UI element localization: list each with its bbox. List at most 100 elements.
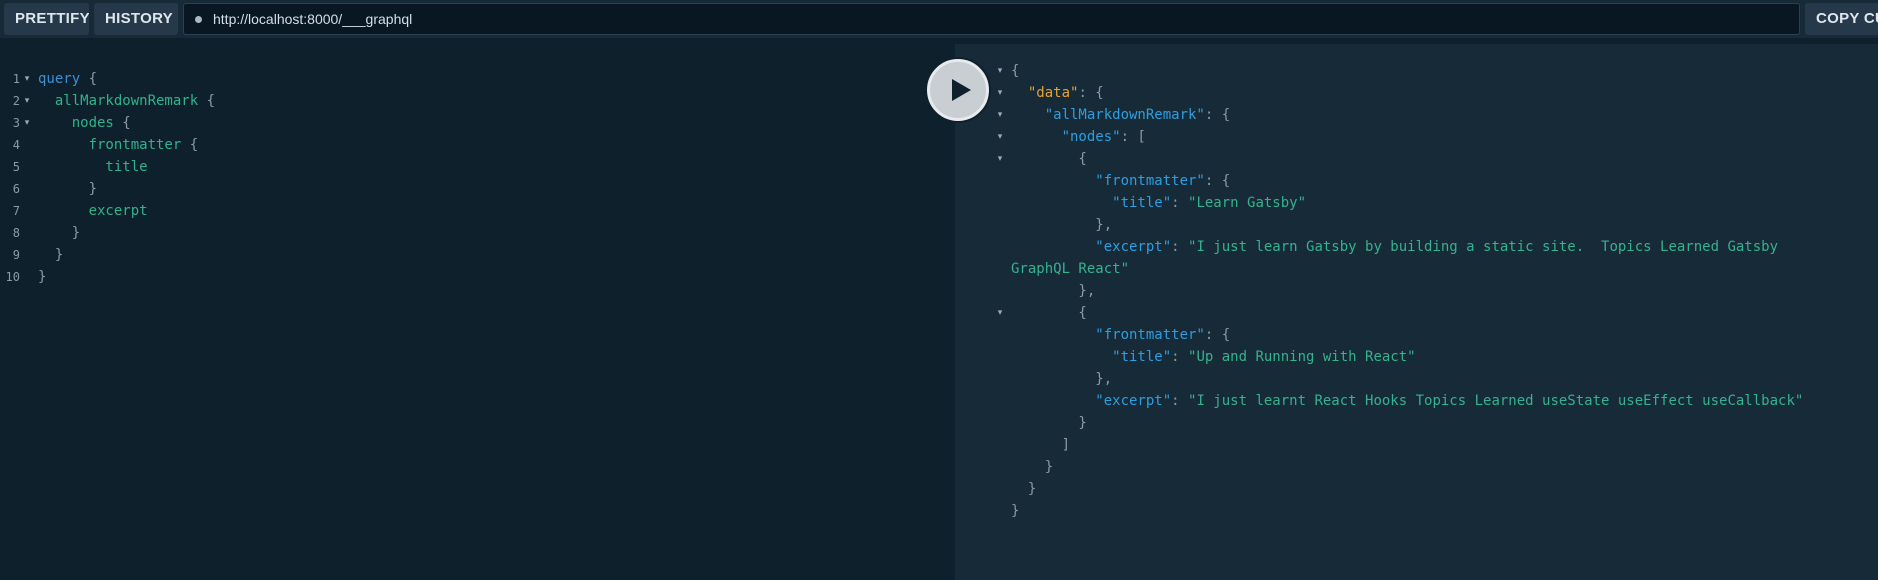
run-query-button[interactable] (927, 59, 989, 121)
query-line: title (38, 156, 148, 178)
line-number: 9 (12, 248, 20, 262)
result-line: "allMarkdownRemark": { (1011, 104, 1230, 126)
query-editor[interactable]: 1 ▾ query {2 ▾ allMarkdownRemark {3 ▾ nodes … (0, 44, 955, 580)
fold-toggle-icon[interactable]: ▾ (995, 60, 1005, 82)
json-token: }, (1011, 371, 1113, 387)
fold-toggle-icon[interactable]: ▾ (995, 82, 1005, 104)
code-token: { (198, 93, 216, 109)
json-token: "Up and Running with React" (1188, 349, 1416, 365)
json-token: } (1011, 481, 1037, 497)
result-line: { (1011, 60, 1019, 82)
json-token: : (1171, 393, 1189, 409)
result-line: }, (1011, 368, 1112, 390)
json-token: "excerpt" (1011, 239, 1172, 255)
json-token: { (1011, 305, 1087, 321)
json-token: { (1011, 63, 1020, 79)
json-token: : (1171, 195, 1189, 211)
json-token: "Learn Gatsby" (1188, 195, 1307, 211)
json-token: } (1011, 459, 1054, 475)
line-number: 1 (12, 72, 20, 86)
code-token: excerpt (38, 203, 148, 219)
code-token: allMarkdownRemark (38, 93, 199, 109)
result-line: } (1011, 500, 1019, 522)
code-token: } (38, 181, 98, 197)
result-line: "excerpt": "I just learn Gatsby by build… (1011, 236, 1778, 258)
result-line: "frontmatter": { (1011, 170, 1230, 192)
copy-curl-button[interactable]: COPY CU (1805, 3, 1878, 35)
code-token: { (113, 115, 131, 131)
code-token: { (181, 137, 199, 153)
url-bar[interactable]: http://localhost:8000/___graphql (183, 3, 1800, 35)
result-line: }, (1011, 280, 1095, 302)
line-number: 3 (12, 116, 20, 130)
json-token: }, (1011, 217, 1113, 233)
result-line: ] (1011, 434, 1070, 456)
json-token: GraphQL React" (1011, 261, 1130, 277)
line-number: 8 (12, 226, 20, 240)
result-line: "excerpt": "I just learnt React Hooks To… (1011, 390, 1803, 412)
code-token: title (38, 159, 148, 175)
line-number: 5 (12, 160, 20, 174)
result-line: } (1011, 456, 1053, 478)
result-line: "data": { (1011, 82, 1104, 104)
json-token: : { (1204, 327, 1231, 343)
json-token: "title" (1011, 195, 1172, 211)
json-token: : [ (1120, 129, 1146, 145)
json-token: ] (1011, 437, 1071, 453)
result-line: { (1011, 302, 1087, 324)
json-token: "allMarkdownRemark" (1011, 107, 1205, 123)
query-line: } (38, 178, 97, 200)
query-line: } (38, 244, 63, 266)
line-number: 4 (12, 138, 20, 152)
url-text: http://localhost:8000/___graphql (213, 11, 413, 27)
json-token: : { (1204, 107, 1231, 123)
code-token: } (38, 247, 64, 263)
json-token: }, (1011, 283, 1096, 299)
code-token: { (80, 71, 98, 87)
code-token: frontmatter (38, 137, 182, 153)
json-token: } (1011, 503, 1020, 519)
json-token: "title" (1011, 349, 1172, 365)
query-line: } (38, 222, 80, 244)
fold-toggle-icon[interactable]: ▾ (995, 148, 1005, 170)
fold-toggle-icon[interactable]: ▾ (995, 104, 1005, 126)
prettify-button[interactable]: PRETTIFY (4, 3, 89, 35)
code-token: nodes (38, 115, 114, 131)
history-button[interactable]: HISTORY (94, 3, 178, 35)
result-line: "frontmatter": { (1011, 324, 1230, 346)
line-number: 2 (12, 94, 20, 108)
play-icon (952, 79, 971, 101)
json-token: "I just learn Gatsby by building a stati… (1188, 239, 1779, 255)
result-line: "title": "Learn Gatsby" (1011, 192, 1306, 214)
fold-toggle-icon[interactable]: ▾ (995, 302, 1005, 324)
code-token: } (38, 225, 81, 241)
fold-toggle-icon[interactable]: ▾ (995, 126, 1005, 148)
json-token: } (1011, 415, 1087, 431)
line-number: 6 (12, 182, 20, 196)
status-dot-icon (195, 16, 202, 23)
json-token: "frontmatter" (1011, 173, 1205, 189)
fold-toggle-icon[interactable]: ▾ (22, 90, 32, 112)
json-token: : { (1078, 85, 1104, 101)
query-line: query { (38, 68, 97, 90)
json-token: "frontmatter" (1011, 327, 1205, 343)
code-token: query (38, 71, 81, 87)
json-token: "excerpt" (1011, 393, 1172, 409)
line-number: 7 (12, 204, 20, 218)
json-token: "I just learnt React Hooks Topics Learne… (1188, 393, 1804, 409)
result-viewer: ▾{▾ "data": {▾ "allMarkdownRemark": {▾ "… (955, 44, 1878, 580)
json-token: : { (1204, 173, 1231, 189)
result-line: "title": "Up and Running with React" (1011, 346, 1416, 368)
json-token: : (1171, 239, 1189, 255)
result-line: }, (1011, 214, 1112, 236)
fold-toggle-icon[interactable]: ▾ (22, 112, 32, 134)
fold-toggle-icon[interactable]: ▾ (22, 68, 32, 90)
toolbar: PRETTIFY HISTORY http://localhost:8000/_… (0, 0, 1878, 38)
result-line: GraphQL React" (1011, 258, 1129, 280)
query-line: nodes { (38, 112, 131, 134)
code-token: } (38, 269, 47, 285)
json-token: "nodes" (1011, 129, 1121, 145)
result-line: } (1011, 412, 1087, 434)
query-line: excerpt (38, 200, 148, 222)
json-token: : (1171, 349, 1189, 365)
